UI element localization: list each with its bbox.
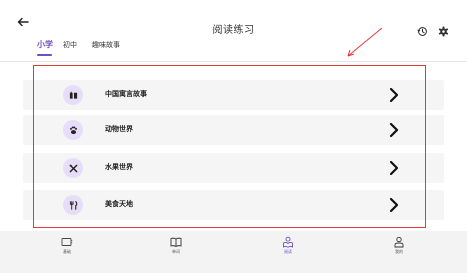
- category-icon-circle: [63, 120, 83, 140]
- category-label: 水果世界: [105, 163, 133, 171]
- paw-icon: [69, 125, 77, 134]
- nav-label: 单词: [172, 249, 180, 254]
- category-icon-circle: [63, 195, 83, 215]
- nav-label: 基础: [63, 249, 71, 254]
- top-bar: 阅读练习: [0, 0, 467, 38]
- category-label: 动物世界: [105, 125, 133, 133]
- category-row-food[interactable]: 美食天地: [23, 190, 444, 220]
- fork-knife-icon: [69, 200, 77, 210]
- chevron-right-icon[interactable]: [387, 121, 401, 139]
- nav-item-words[interactable]: 单词: [146, 231, 206, 273]
- tab-fun-stories[interactable]: 趣味故事: [92, 40, 120, 50]
- chevron-right-icon[interactable]: [387, 196, 401, 214]
- nav-item-reading[interactable]: 阅读: [258, 231, 318, 273]
- settings-button[interactable]: [438, 22, 449, 37]
- fruit-utensils-icon: [69, 164, 77, 172]
- book-icon: [69, 91, 77, 99]
- page-title: 阅读练习: [212, 25, 255, 36]
- category-icon-circle: [63, 85, 83, 105]
- tab-middle-school[interactable]: 初中: [63, 40, 77, 50]
- reading-icon: [283, 236, 293, 248]
- nav-label: 我的: [395, 249, 403, 254]
- category-row-animals[interactable]: 动物世界: [23, 115, 444, 145]
- bottom-nav: 基础 单词 阅读 我的: [0, 231, 467, 273]
- category-icon-circle: [63, 158, 83, 178]
- tab-primary-school[interactable]: 小学: [37, 40, 53, 50]
- history-button[interactable]: [417, 22, 428, 36]
- annotation-arrow: [347, 27, 383, 57]
- open-book-icon: [170, 237, 182, 248]
- category-label: 美食天地: [105, 200, 133, 208]
- chevron-right-icon[interactable]: [387, 86, 401, 104]
- card-icon: [61, 238, 73, 246]
- nav-item-basics[interactable]: 基础: [37, 231, 97, 273]
- tab-divider: [0, 61, 467, 62]
- category-row-fables[interactable]: 中国寓言故事: [23, 80, 444, 110]
- category-row-fruits[interactable]: 水果世界: [23, 153, 444, 183]
- history-icon: [417, 27, 427, 36]
- settings-gear-icon: [438, 26, 449, 37]
- nav-label: 阅读: [284, 249, 292, 254]
- chevron-right-icon[interactable]: [387, 159, 401, 177]
- nav-item-profile[interactable]: 我的: [369, 231, 429, 273]
- category-label: 中国寓言故事: [105, 90, 147, 98]
- active-tab-indicator: [37, 54, 52, 56]
- profile-icon: [394, 236, 404, 248]
